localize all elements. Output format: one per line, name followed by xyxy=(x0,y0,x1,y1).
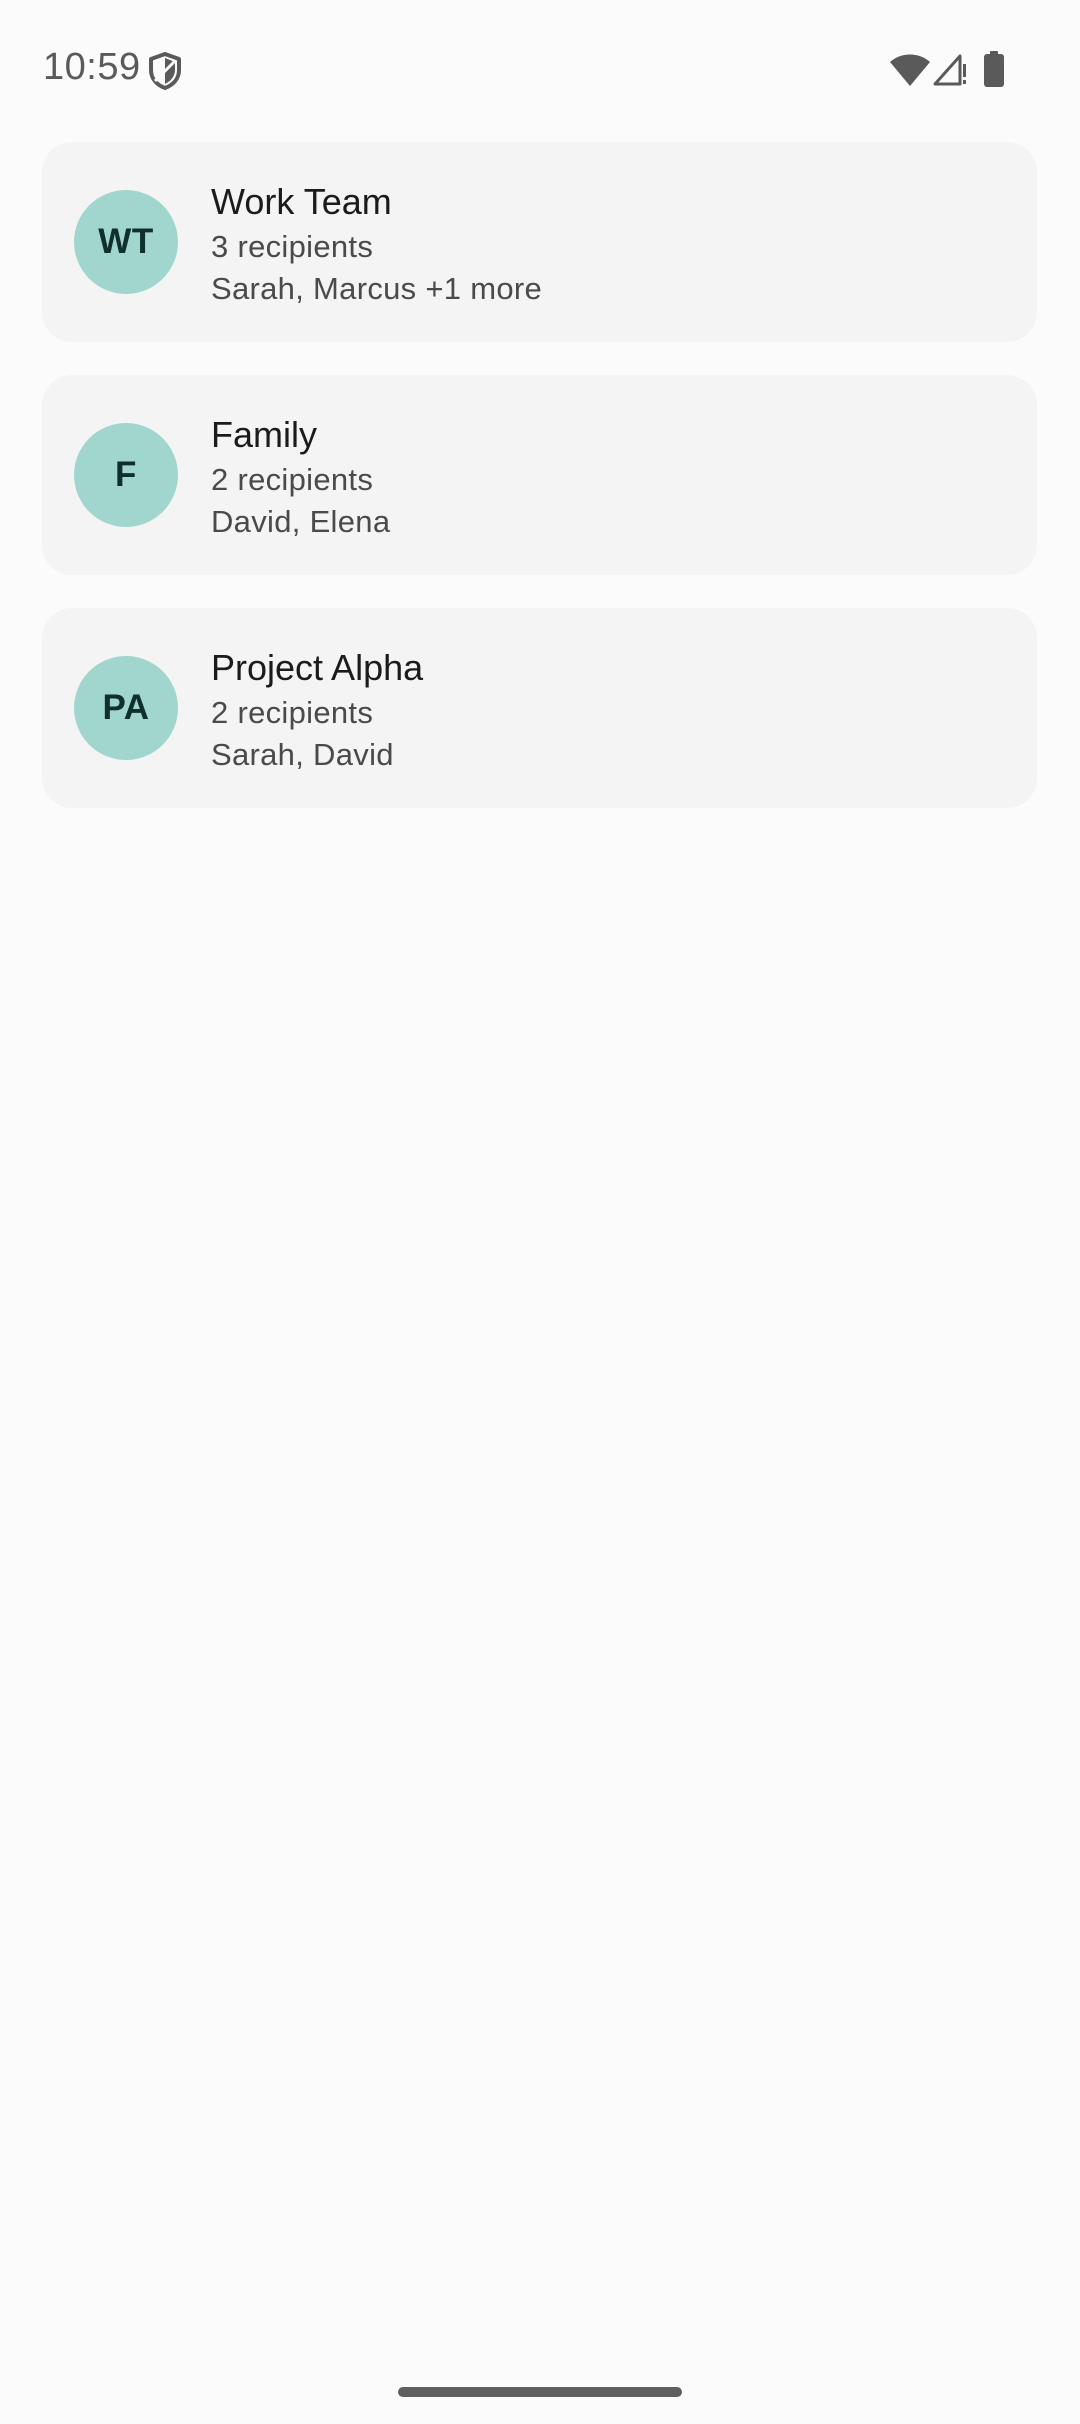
group-card-family[interactable]: F Family 2 recipients David, Elena xyxy=(42,375,1037,575)
gesture-nav-handle[interactable] xyxy=(398,2387,682,2397)
avatar: WT xyxy=(74,190,178,294)
member-names: Sarah, David xyxy=(211,737,394,772)
recipient-count: 3 recipients xyxy=(211,229,374,264)
shield-icon xyxy=(148,52,182,90)
member-names: David, Elena xyxy=(211,504,391,539)
group-info: Work Team 3 recipients Sarah, Marcus +1 … xyxy=(211,178,1011,310)
group-card-project-alpha[interactable]: PA Project Alpha 2 recipients Sarah, Dav… xyxy=(42,608,1037,808)
recipient-count: 2 recipients xyxy=(211,695,374,730)
group-card-work-team[interactable]: WT Work Team 3 recipients Sarah, Marcus … xyxy=(42,142,1037,342)
group-list: WT Work Team 3 recipients Sarah, Marcus … xyxy=(42,142,1037,841)
group-name: Family xyxy=(211,414,317,455)
member-names: Sarah, Marcus +1 more xyxy=(211,271,543,306)
battery-icon xyxy=(983,50,1005,88)
wifi-icon xyxy=(888,52,932,88)
group-name: Work Team xyxy=(211,181,392,222)
recipient-count: 2 recipients xyxy=(211,462,374,497)
signal-icon xyxy=(932,50,968,88)
avatar: F xyxy=(74,423,178,527)
status-bar: 10:59 xyxy=(0,0,1080,140)
status-time: 10:59 xyxy=(43,46,141,88)
group-info: Family 2 recipients David, Elena xyxy=(211,411,1011,543)
avatar: PA xyxy=(74,656,178,760)
group-name: Project Alpha xyxy=(211,647,424,688)
group-info: Project Alpha 2 recipients Sarah, David xyxy=(211,644,1011,776)
